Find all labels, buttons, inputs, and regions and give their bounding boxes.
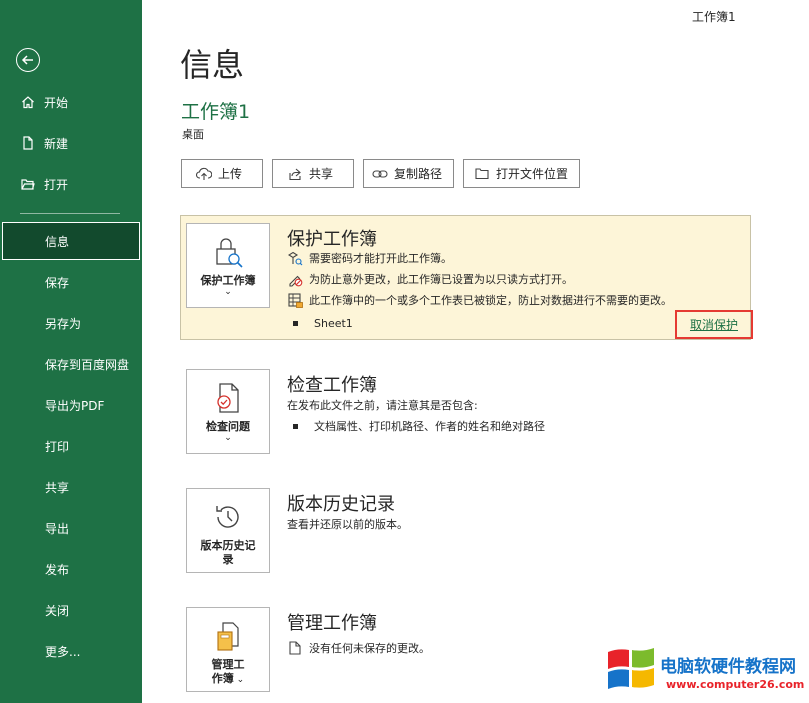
protect-line-locked-sheets: 此工作簿中的一个或多个工作表已被锁定，防止对数据进行不需要的更改。 <box>287 292 672 308</box>
lock-icon <box>211 234 245 270</box>
sidebar-item-close[interactable]: 关闭 <box>0 592 142 628</box>
sidebar-item-save[interactable]: 保存 <box>0 264 142 300</box>
protect-line-readonly: 为防止意外更改，此工作簿已设置为以只读方式打开。 <box>287 271 573 287</box>
no-edit-icon <box>287 271 303 287</box>
sidebar-item-label: 开始 <box>44 95 69 110</box>
sidebar-item-home[interactable]: 开始 <box>0 84 142 120</box>
sidebar-item-print[interactable]: 打印 <box>0 428 142 464</box>
bullet-icon <box>293 423 298 429</box>
new-document-icon <box>20 135 36 151</box>
cloud-upload-icon <box>196 166 212 182</box>
sidebar-item-export[interactable]: 导出 <box>0 510 142 546</box>
folder-icon <box>474 166 490 182</box>
link-icon <box>372 166 388 182</box>
workbook-name: 工作簿1 <box>181 101 251 123</box>
bullet-icon <box>293 321 298 326</box>
check-issues-button[interactable]: 检查问题 ⌄ <box>186 369 270 454</box>
manage-workbook-desc: 没有任何未保存的更改。 <box>287 640 430 656</box>
sidebar-item-new[interactable]: 新建 <box>0 125 142 161</box>
back-arrow-icon <box>21 55 33 65</box>
sidebar-item-save-as[interactable]: 另存为 <box>0 305 142 341</box>
locked-sheet-icon <box>287 292 303 308</box>
sidebar-item-label: 打开 <box>44 177 69 192</box>
protected-sheet-item: Sheet1 <box>293 317 353 330</box>
manage-workbook-icon <box>213 618 243 654</box>
backstage-sidebar: 开始 新建 打开 信息 保存 另存为 保存到百度网盘 导出为PDF 打印 共享 … <box>0 0 142 703</box>
upload-button[interactable]: 上传 <box>181 159 263 188</box>
sidebar-item-open[interactable]: 打开 <box>0 166 142 202</box>
version-history-desc: 查看并还原以前的版本。 <box>287 518 408 531</box>
copy-path-button[interactable]: 复制路径 <box>363 159 454 188</box>
unprotect-link[interactable]: 取消保护 <box>675 310 753 339</box>
password-key-icon <box>287 250 303 266</box>
home-icon <box>20 94 36 110</box>
chevron-down-icon: ⌄ <box>224 433 232 443</box>
sidebar-item-info[interactable]: 信息 <box>2 222 140 260</box>
sidebar-item-publish[interactable]: 发布 <box>0 551 142 587</box>
page-title: 信息 <box>180 46 245 84</box>
manage-workbook-title: 管理工作簿 <box>287 613 377 634</box>
sidebar-divider <box>20 213 120 214</box>
window-title: 工作簿1 <box>692 10 736 24</box>
inspect-workbook-title: 检查工作簿 <box>287 375 377 396</box>
document-icon <box>287 640 303 656</box>
protect-workbook-title: 保护工作簿 <box>287 229 377 250</box>
chevron-down-icon: ⌄ <box>233 675 245 685</box>
folder-open-icon <box>20 176 36 192</box>
share-icon <box>287 166 303 182</box>
open-file-location-button[interactable]: 打开文件位置 <box>463 159 580 188</box>
back-button[interactable] <box>16 48 40 72</box>
protect-workbook-button[interactable]: 保护工作簿 ⌄ <box>186 223 270 308</box>
protect-line-password: 需要密码才能打开此工作簿。 <box>287 250 452 266</box>
watermark-url: www.computer26.com <box>666 678 805 691</box>
sidebar-item-share[interactable]: 共享 <box>0 469 142 505</box>
history-clock-icon <box>212 499 244 535</box>
sidebar-item-more[interactable]: 更多... <box>0 633 142 669</box>
sidebar-item-save-baidu[interactable]: 保存到百度网盘 <box>0 346 142 382</box>
inspect-workbook-desc: 在发布此文件之前，请注意其是否包含: <box>287 399 478 412</box>
version-history-button[interactable]: 版本历史记录 <box>186 488 270 573</box>
chevron-down-icon: ⌄ <box>224 287 232 297</box>
version-history-title: 版本历史记录 <box>287 494 395 515</box>
inspect-document-icon <box>212 380 244 416</box>
sidebar-item-label: 新建 <box>44 136 69 151</box>
watermark: 电脑软硬件教程网 www.computer26.com <box>600 638 809 702</box>
sidebar-item-export-pdf[interactable]: 导出为PDF <box>0 387 142 423</box>
inspect-item: 文档属性、打印机路径、作者的姓名和绝对路径 <box>293 418 545 434</box>
share-button[interactable]: 共享 <box>272 159 354 188</box>
watermark-title: 电脑软硬件教程网 <box>660 657 796 677</box>
workbook-location: 桌面 <box>182 128 204 141</box>
manage-workbook-button[interactable]: 管理工 作簿 ⌄ <box>186 607 270 692</box>
windows-logo-icon <box>608 648 654 689</box>
